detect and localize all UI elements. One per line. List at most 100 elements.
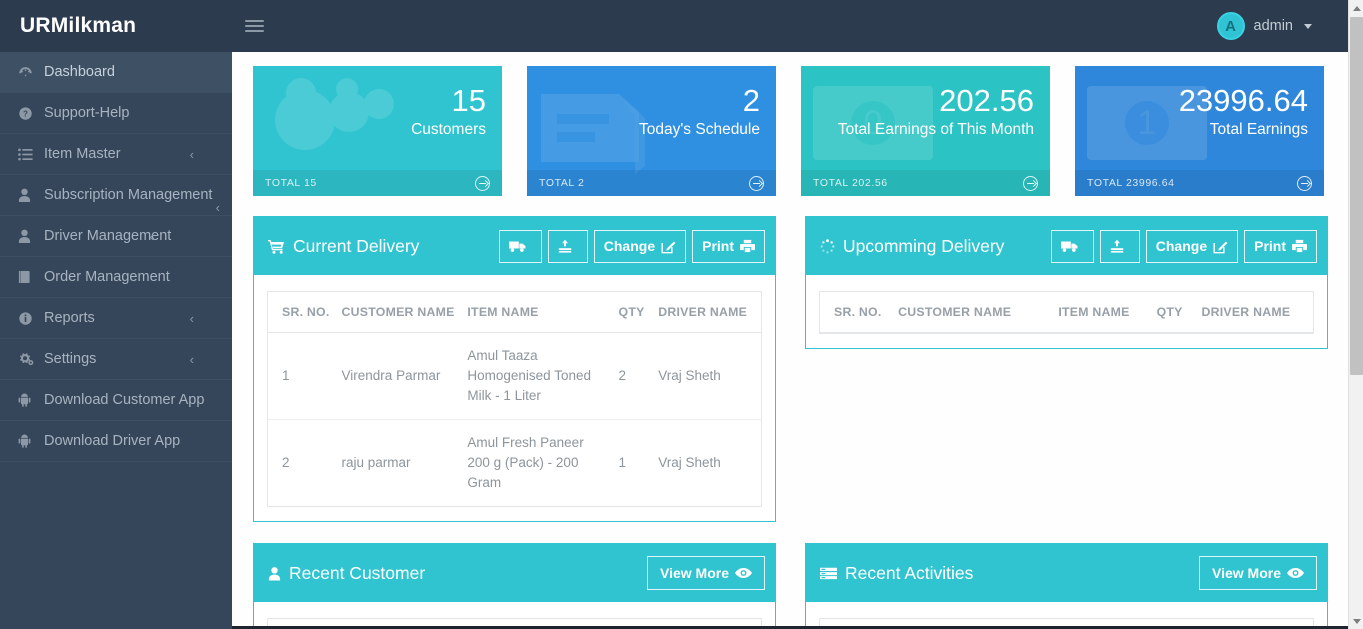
stat-value: 2 [742, 83, 760, 118]
assign-driver-button[interactable] [1050, 229, 1094, 263]
table-header: SR. NO. CUSTOMER NAME ITEM NAME QTY DRIV… [268, 292, 761, 333]
top-navbar: URMilkman A admin [0, 0, 1348, 52]
stat-card-footer[interactable]: TOTAL 202.56 [801, 170, 1050, 196]
stat-value: 23996.64 [1178, 83, 1308, 118]
sidebar-item-download-customer-app[interactable]: Download Customer App [0, 380, 232, 421]
sidebar-item-support-help[interactable]: ? Support-Help [0, 93, 232, 134]
chevron-left-icon: ‹ [149, 228, 154, 244]
printer-icon [1292, 239, 1307, 253]
recent-activities-panel: Recent Activities View More [805, 543, 1328, 629]
chevron-left-icon: ‹ [215, 200, 220, 215]
stat-card-body: 23996.64 Total Earnings [1075, 66, 1324, 170]
print-button[interactable]: Print [1244, 229, 1317, 263]
info-circle-icon [18, 311, 44, 326]
list-icon [18, 148, 44, 161]
edit-square-icon [661, 239, 676, 254]
app-brand[interactable]: URMilkman [0, 0, 232, 52]
hamburger-icon[interactable] [236, 0, 272, 52]
stat-card-body: 202.56 Total Earnings of This Month [801, 66, 1050, 170]
panel-actions: Change Print [498, 229, 765, 263]
panel-title-label: Recent Customer [289, 562, 426, 583]
column-header-driver-name: DRIVER NAME [1195, 292, 1313, 333]
view-more-button[interactable]: View More [1199, 556, 1317, 590]
upcoming-delivery-body: SR. NO. CUSTOMER NAME ITEM NAME QTY DRIV… [806, 275, 1327, 348]
scrollbar-thumb[interactable] [1350, 17, 1363, 375]
column-header-customer-name: CUSTOMER NAME [335, 292, 462, 333]
scroll-down-button[interactable] [1349, 613, 1363, 629]
upcoming-delivery-table: SR. NO. CUSTOMER NAME ITEM NAME QTY DRIV… [820, 292, 1313, 333]
sidebar-item-label: Settings [44, 351, 97, 367]
stat-value: 15 [451, 83, 486, 118]
dashboard-page: URMilkman A admin Dashboard ? Support-He… [0, 0, 1363, 629]
triangle-up-icon [1352, 5, 1361, 11]
stat-card-footer[interactable]: TOTAL 15 [253, 170, 502, 196]
button-label: View More [660, 565, 729, 581]
user-icon [18, 229, 44, 243]
stat-total-label: TOTAL 202.56 [813, 177, 888, 189]
current-delivery-header: Current Delivery Change Print [254, 217, 775, 275]
sidebar-item-label: Download Customer App [44, 392, 205, 408]
assign-driver-button[interactable] [498, 229, 542, 263]
view-more-button[interactable]: View More [647, 556, 765, 590]
stat-card-body: 15 Customers [253, 66, 502, 170]
sidebar-item-label: Driver Management [44, 228, 172, 244]
cell-customer-name: Virendra Parmar [335, 332, 462, 420]
delivery-panels: Current Delivery Change Print SR. NO. CU… [253, 216, 1328, 522]
arrow-circle-right-icon[interactable] [475, 175, 490, 191]
stat-label: Customers [411, 121, 486, 138]
printer-icon [740, 239, 755, 253]
user-menu[interactable]: A admin [1216, 12, 1349, 40]
stat-card-body: 2 Today's Schedule [527, 66, 776, 170]
stat-card-total-earnings[interactable]: 1 23996.64 Total Earnings TOTAL 23996.64 [1075, 66, 1324, 196]
download-button[interactable] [1099, 229, 1140, 263]
sidebar-item-order-management[interactable]: Order Management [0, 257, 232, 298]
download-button[interactable] [547, 229, 588, 263]
sidebar-item-download-driver-app[interactable]: Download Driver App [0, 421, 232, 462]
stat-card-earnings-this-month[interactable]: 0 202.56 Total Earnings of This Month TO… [801, 66, 1050, 196]
sidebar-item-item-master[interactable]: Item Master ‹ [0, 134, 232, 175]
sidebar-item-label: Item Master [44, 146, 121, 162]
upcoming-delivery-header: Upcomming Delivery Change Print [806, 217, 1327, 275]
arrow-circle-right-icon[interactable] [1023, 175, 1038, 191]
sidebar-item-label: Dashboard [44, 64, 115, 80]
print-button[interactable]: Print [692, 229, 765, 263]
question-circle-icon: ? [18, 106, 44, 121]
table-row[interactable]: 2 raju parmar Amul Fresh Paneer 200 g (P… [268, 420, 761, 507]
change-button[interactable]: Change [593, 229, 687, 263]
sidebar-item-dashboard[interactable]: Dashboard [0, 52, 232, 93]
avatar: A [1216, 12, 1245, 40]
stat-card-todays-schedule[interactable]: 2 Today's Schedule TOTAL 2 [527, 66, 776, 196]
cell-qty: 1 [618, 455, 627, 470]
scroll-up-button[interactable] [1349, 0, 1363, 16]
table-row[interactable]: 1 Virendra Parmar Amul Taaza Homogenised… [268, 332, 761, 420]
shopping-cart-icon [268, 239, 285, 254]
arrow-circle-right-icon[interactable] [1297, 175, 1312, 191]
sidebar-item-driver-management[interactable]: Driver Management ‹ [0, 216, 232, 257]
sidebar-item-label: Order Management [44, 269, 170, 285]
stat-card-footer[interactable]: TOTAL 2 [527, 170, 776, 196]
change-button[interactable]: Change [1145, 229, 1239, 263]
column-header-item-name: ITEM NAME [1052, 292, 1151, 333]
cell-qty: 2 [612, 332, 653, 420]
user-name-label: admin [1253, 18, 1294, 34]
sidebar-item-reports[interactable]: Reports ‹ [0, 298, 232, 339]
cell-driver-name: Vraj Sheth [658, 455, 721, 470]
sidebar-item-label: Subscription Management [44, 187, 213, 203]
arrow-circle-right-icon[interactable] [749, 175, 764, 191]
sidebar-item-settings[interactable]: Settings ‹ [0, 339, 232, 380]
vertical-scrollbar[interactable] [1348, 0, 1363, 629]
table-header-row: SR. NO. CUSTOMER NAME ITEM NAME QTY DRIV… [820, 292, 1313, 333]
stat-total-label: TOTAL 2 [539, 177, 585, 189]
recent-activities-body [806, 602, 1327, 629]
book-icon [18, 270, 44, 284]
cell-sr-no: 2 [282, 455, 290, 470]
panel-title-label: Upcomming Delivery [843, 235, 1005, 256]
edit-square-icon [1213, 239, 1228, 254]
user-icon [268, 566, 281, 581]
bottom-panels: Recent Customer View More Recent Activit… [253, 543, 1328, 629]
stat-label: Total Earnings [1209, 121, 1308, 138]
sidebar-item-subscription-management[interactable]: Subscription Management ‹ [0, 175, 232, 216]
stat-card-customers[interactable]: 15 Customers TOTAL 15 [253, 66, 502, 196]
stat-card-footer[interactable]: TOTAL 23996.64 [1075, 170, 1324, 196]
button-label: Print [1254, 238, 1286, 254]
